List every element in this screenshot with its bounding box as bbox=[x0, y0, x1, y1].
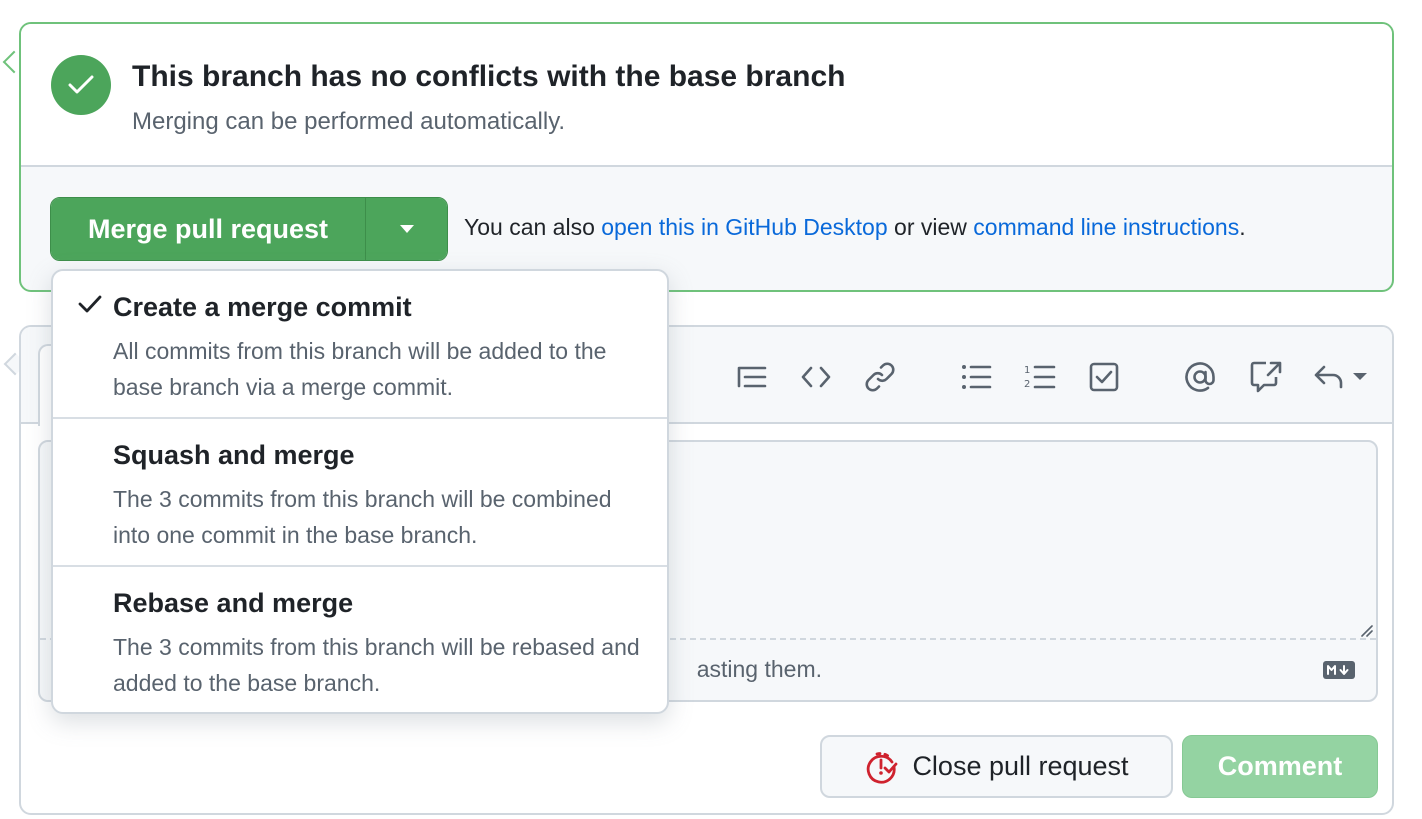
mention-icon[interactable] bbox=[1183, 360, 1217, 394]
check-icon bbox=[78, 295, 102, 313]
reference-icon[interactable] bbox=[1249, 360, 1283, 394]
period-text: . bbox=[1239, 214, 1246, 240]
menu-item-title: Create a merge commit bbox=[113, 292, 412, 322]
svg-text:2: 2 bbox=[1024, 379, 1030, 390]
menu-item-title: Rebase and merge bbox=[113, 588, 354, 618]
menu-item-squash-and-merge[interactable]: Squash and merge The 3 commits from this… bbox=[53, 419, 667, 567]
heading-icon[interactable] bbox=[735, 360, 769, 394]
menu-item-description: The 3 commits from this branch will be r… bbox=[113, 634, 640, 696]
menu-item-description: The 3 commits from this branch will be c… bbox=[113, 486, 612, 548]
ordered-list-icon[interactable]: 12 bbox=[1023, 360, 1057, 394]
menu-item-description: All commits from this branch will be add… bbox=[113, 338, 607, 400]
comment-button[interactable]: Comment bbox=[1182, 735, 1378, 798]
merge-method-dropdown-button[interactable] bbox=[366, 198, 447, 260]
reply-icon[interactable] bbox=[1313, 360, 1369, 394]
merge-status-panel: This branch has no conflicts with the ba… bbox=[21, 24, 1392, 167]
markdown-icon[interactable] bbox=[1322, 660, 1356, 680]
menu-item-title: Squash and merge bbox=[113, 440, 355, 470]
code-icon[interactable] bbox=[799, 360, 833, 394]
merge-button-group: Merge pull request bbox=[50, 197, 448, 261]
merge-method-menu: Create a merge commit All commits from t… bbox=[51, 269, 669, 714]
menu-item-create-merge-commit[interactable]: Create a merge commit All commits from t… bbox=[53, 271, 667, 419]
close-pull-request-button[interactable]: Close pull request bbox=[820, 735, 1173, 798]
svg-text:1: 1 bbox=[1024, 365, 1030, 376]
task-list-icon[interactable] bbox=[1087, 360, 1121, 394]
menu-item-rebase-and-merge[interactable]: Rebase and merge The 3 commits from this… bbox=[53, 567, 667, 712]
link-icon[interactable] bbox=[863, 360, 897, 394]
issue-closed-icon bbox=[867, 751, 898, 784]
alternative-merge-options: You can also open this in GitHub Desktop… bbox=[464, 214, 1246, 241]
also-prefix-text: You can also bbox=[464, 214, 602, 240]
merge-pull-request-button[interactable]: Merge pull request bbox=[51, 198, 366, 260]
close-pull-request-label: Close pull request bbox=[912, 751, 1129, 781]
merge-status-title: This branch has no conflicts with the ba… bbox=[132, 60, 846, 93]
merge-status-subtitle: Merging can be performed automatically. bbox=[132, 108, 566, 135]
github-desktop-link[interactable]: open this in GitHub Desktop bbox=[601, 214, 887, 240]
resize-grip-icon[interactable] bbox=[1358, 622, 1374, 638]
command-line-instructions-link[interactable]: command line instructions bbox=[973, 214, 1239, 240]
or-view-text: or view bbox=[887, 214, 974, 240]
check-circle-icon bbox=[51, 55, 111, 115]
triangle-down-icon bbox=[399, 225, 414, 233]
unordered-list-icon[interactable] bbox=[959, 360, 993, 394]
